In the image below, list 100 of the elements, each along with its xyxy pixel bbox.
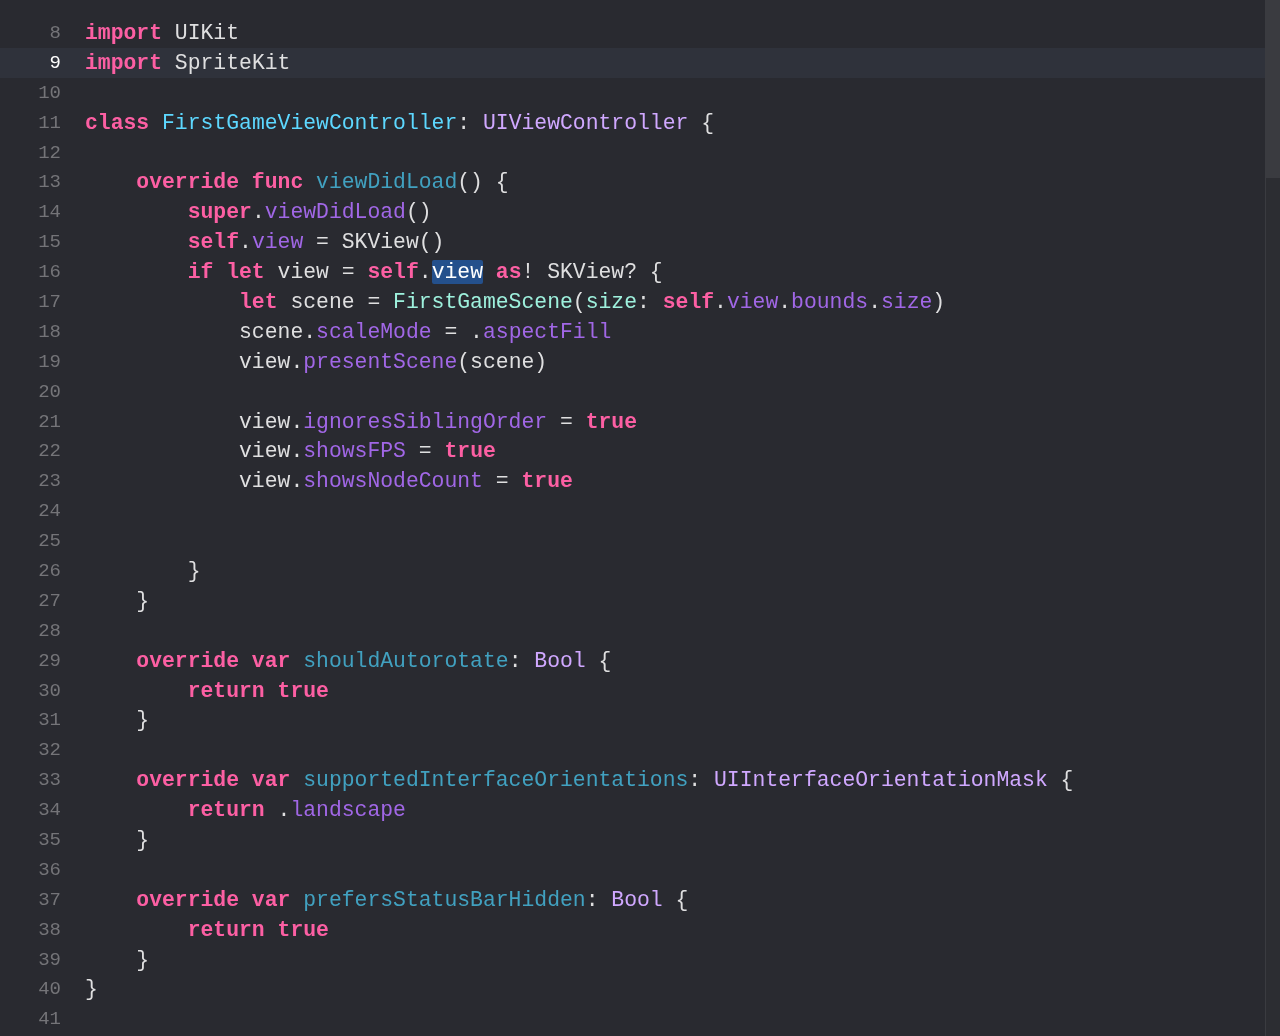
keyword: import <box>85 50 164 75</box>
code-text: : <box>688 768 703 793</box>
code-text: view. <box>238 439 304 464</box>
line-number: 29 <box>37 649 61 672</box>
line-number: 30 <box>37 679 61 702</box>
code-text: = <box>417 439 433 464</box>
code-text: { <box>1059 768 1074 793</box>
member-name: landscape <box>290 798 406 823</box>
keyword: true <box>444 439 496 464</box>
line-number: 21 <box>37 410 61 433</box>
keyword: import <box>85 20 164 45</box>
member-name: viewDidLoad <box>264 200 406 225</box>
code-text: = <box>558 409 574 434</box>
code-text: () { <box>457 170 509 195</box>
line-number: 28 <box>37 619 61 642</box>
type-name: size <box>585 289 637 314</box>
code-text: { <box>597 648 612 673</box>
member-name: size <box>881 289 933 314</box>
selected-text: view <box>431 260 483 285</box>
line-number: 36 <box>37 858 61 881</box>
keyword: super <box>186 200 252 225</box>
code-text: view. <box>238 409 304 434</box>
code-text: = . <box>443 319 483 344</box>
code-text: { <box>700 110 715 135</box>
line-number: 14 <box>37 201 61 224</box>
keyword: self <box>662 289 715 314</box>
member-name: showsNodeCount <box>303 469 483 494</box>
code-text: . <box>868 289 881 314</box>
type-name: Bool <box>534 648 586 673</box>
member-name: aspectFill <box>482 319 612 344</box>
line-number: 33 <box>37 769 61 792</box>
declaration-name: supportedInterfaceOrientations <box>303 768 689 793</box>
line-number: 32 <box>37 739 61 762</box>
code-text: = <box>494 469 510 494</box>
line-number: 22 <box>37 440 61 463</box>
type-name: UIInterfaceOrientationMask <box>714 768 1048 793</box>
member-name: scaleMode <box>316 319 432 344</box>
keyword: class <box>85 110 151 135</box>
line-number: 39 <box>37 948 61 971</box>
line-number: 26 <box>37 559 61 582</box>
code-text: } <box>85 977 98 1002</box>
keyword: return <box>186 798 265 823</box>
declaration-name: shouldAutorotate <box>303 648 509 673</box>
code-text: : <box>585 887 600 912</box>
line-number: 13 <box>37 171 61 194</box>
code-text: view = <box>277 260 356 285</box>
type-name: FirstGameScene <box>393 289 573 314</box>
line-number: 17 <box>37 290 61 313</box>
line-number: 38 <box>37 918 61 941</box>
line-number: 12 <box>37 141 61 164</box>
class-name: FirstGameViewController <box>162 110 458 135</box>
code-text: . <box>778 289 792 314</box>
line-number: 41 <box>37 1008 61 1031</box>
code-text: } <box>186 558 201 583</box>
line-number: 24 <box>37 500 61 523</box>
keyword: return true <box>186 678 329 703</box>
code-text: . <box>251 200 265 225</box>
code-text: scene. <box>238 319 317 344</box>
code-text: : <box>637 289 651 314</box>
code-text: view. <box>238 349 304 374</box>
type-name: UIViewController <box>482 110 689 135</box>
line-number: 16 <box>37 261 61 284</box>
keyword: override func <box>135 170 305 195</box>
keyword: self <box>186 230 240 255</box>
keyword: override var <box>135 768 292 793</box>
member-name: presentScene <box>303 349 458 374</box>
code-text: view. <box>238 469 304 494</box>
code-text: SpriteKit <box>174 50 291 75</box>
declaration-name: viewDidLoad <box>316 170 458 195</box>
code-text: . <box>714 289 727 314</box>
keyword: true <box>521 469 573 494</box>
keyword: override var <box>135 887 292 912</box>
line-number: 11 <box>37 111 61 134</box>
code-text: UIKit <box>174 20 240 45</box>
declaration-name: prefersStatusBarHidden <box>303 887 586 912</box>
code-text: ! SKView? { <box>521 260 663 285</box>
line-number: 20 <box>37 380 61 403</box>
member-name: bounds <box>791 289 869 314</box>
code-text: . <box>418 260 432 285</box>
line-number: 15 <box>37 231 61 254</box>
code-text: ( <box>572 289 586 314</box>
line-number: 27 <box>37 589 61 612</box>
line-number: 35 <box>37 829 61 851</box>
code-text: . <box>239 230 252 255</box>
member-name: view <box>251 230 304 255</box>
keyword: if let <box>186 260 266 285</box>
line-number: 18 <box>37 320 61 343</box>
line-number: 19 <box>37 350 61 373</box>
line-number: 8 <box>48 21 61 44</box>
keyword: override var <box>135 648 292 673</box>
code-text: } <box>135 947 150 972</box>
keyword: true <box>585 409 637 434</box>
code-text: } <box>135 828 150 852</box>
code-text: ) <box>932 289 946 314</box>
line-number: 40 <box>37 978 61 1001</box>
keyword: let <box>238 289 279 314</box>
keyword: as <box>494 260 522 285</box>
code-text: = SKView() <box>315 230 445 255</box>
line-number: 34 <box>37 799 61 822</box>
line-number: 31 <box>37 709 61 732</box>
